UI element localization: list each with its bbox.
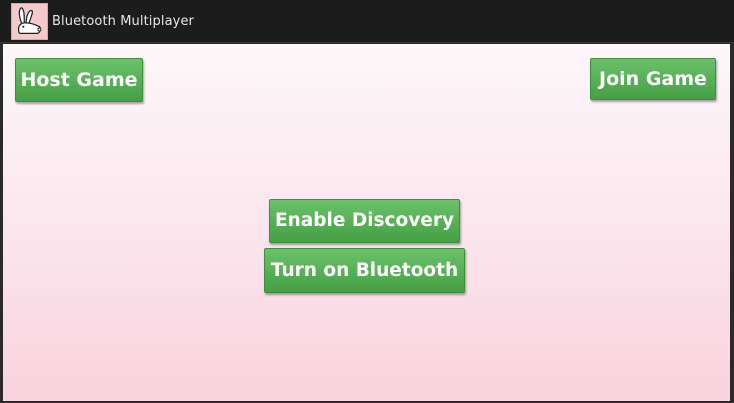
turn-on-bluetooth-button[interactable]: Turn on Bluetooth [264, 248, 465, 293]
window-title: Bluetooth Multiplayer [52, 14, 194, 29]
join-game-button[interactable]: Join Game [590, 58, 716, 100]
enable-discovery-button[interactable]: Enable Discovery [269, 199, 460, 243]
bunny-icon [11, 3, 48, 40]
window-border-right [730, 43, 734, 403]
app-window: Bluetooth Multiplayer Host Game Join Gam… [0, 0, 734, 403]
host-game-button[interactable]: Host Game [15, 58, 143, 102]
title-bar: Bluetooth Multiplayer [0, 0, 734, 43]
